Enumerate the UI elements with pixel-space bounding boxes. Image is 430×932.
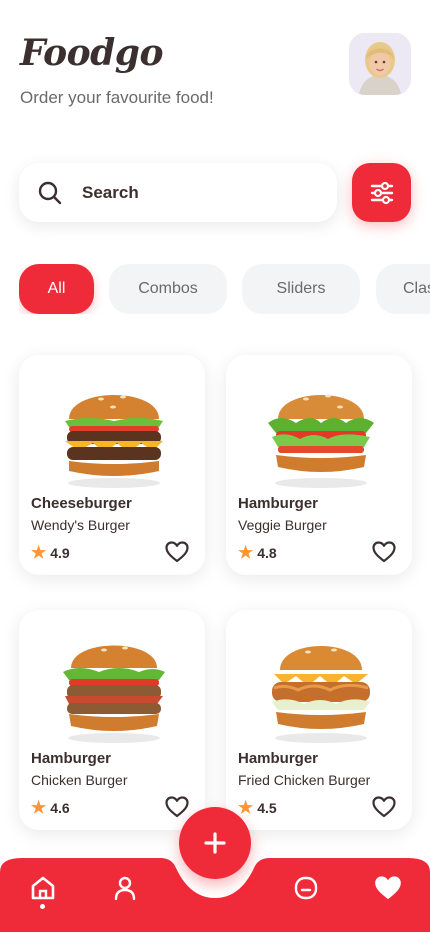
- favorite-button[interactable]: [370, 538, 398, 566]
- product-description: Chicken Burger: [31, 772, 128, 788]
- favorites-icon: [375, 876, 401, 900]
- product-rating: ★ 4.5: [238, 798, 277, 818]
- category-chip-sliders[interactable]: Sliders: [242, 264, 360, 314]
- search-icon: [38, 181, 62, 204]
- category-chip-combos[interactable]: Combos: [109, 264, 227, 314]
- heart-outline-icon: [372, 796, 396, 818]
- app-logo: Foodgo: [20, 32, 163, 74]
- product-name: Hamburger: [31, 750, 112, 767]
- sliders-icon: [370, 181, 393, 204]
- filter-button[interactable]: [352, 163, 411, 222]
- product-card[interactable]: Hamburger Chicken Burger ★ 4.6: [19, 610, 205, 830]
- product-card[interactable]: Hamburger Veggie Burger ★ 4.8: [226, 355, 412, 575]
- plus-icon: [204, 832, 226, 854]
- rating-value: 4.9: [50, 545, 70, 561]
- product-description: Veggie Burger: [238, 517, 327, 533]
- tagline: Order your favourite food!: [20, 88, 214, 107]
- nav-chat[interactable]: [288, 870, 324, 906]
- product-image: [63, 645, 165, 743]
- product-name: Hamburger: [238, 495, 319, 512]
- product-image: [65, 395, 163, 488]
- product-card[interactable]: Cheeseburger Wendy's Burger ★ 4.9: [19, 355, 205, 575]
- product-rating: ★ 4.9: [31, 543, 70, 563]
- product-card[interactable]: Hamburger Fried Chicken Burger ★ 4.5: [226, 610, 412, 830]
- favorite-button[interactable]: [163, 538, 191, 566]
- rating-value: 4.5: [257, 800, 277, 816]
- star-icon: ★: [238, 798, 254, 817]
- heart-outline-icon: [165, 541, 189, 563]
- search-bar[interactable]: Search: [19, 163, 337, 222]
- nav-home[interactable]: [25, 870, 61, 906]
- product-description: Fried Chicken Burger: [238, 772, 371, 788]
- chat-icon: [294, 876, 318, 900]
- category-chip-classic[interactable]: Classic: [376, 264, 430, 314]
- product-image: [268, 394, 374, 488]
- product-rating: ★ 4.8: [238, 543, 277, 563]
- favorite-button[interactable]: [370, 793, 398, 821]
- star-icon: ★: [238, 543, 254, 562]
- heart-outline-icon: [165, 796, 189, 818]
- product-rating: ★ 4.6: [31, 798, 70, 818]
- add-button[interactable]: [179, 807, 251, 879]
- rating-value: 4.8: [257, 545, 277, 561]
- category-chips: All Combos Sliders Classic: [19, 264, 430, 314]
- nav-profile[interactable]: [107, 870, 143, 906]
- nav-favorites[interactable]: [370, 870, 406, 906]
- favorite-button[interactable]: [163, 793, 191, 821]
- brand-header: Foodgo Order your favourite food!: [20, 32, 214, 108]
- rating-value: 4.6: [50, 800, 70, 816]
- product-description: Wendy's Burger: [31, 517, 130, 533]
- active-tab-indicator: [40, 904, 45, 909]
- product-name: Cheeseburger: [31, 495, 132, 512]
- profile-avatar-button[interactable]: [349, 33, 411, 95]
- heart-outline-icon: [372, 541, 396, 563]
- star-icon: ★: [31, 798, 47, 817]
- home-icon: [31, 876, 55, 900]
- profile-icon: [114, 876, 136, 901]
- product-name: Hamburger: [238, 750, 319, 767]
- category-chip-all[interactable]: All: [19, 264, 94, 314]
- product-image: [272, 646, 370, 743]
- avatar-image: [349, 33, 411, 95]
- search-label: Search: [82, 182, 139, 202]
- star-icon: ★: [31, 543, 47, 562]
